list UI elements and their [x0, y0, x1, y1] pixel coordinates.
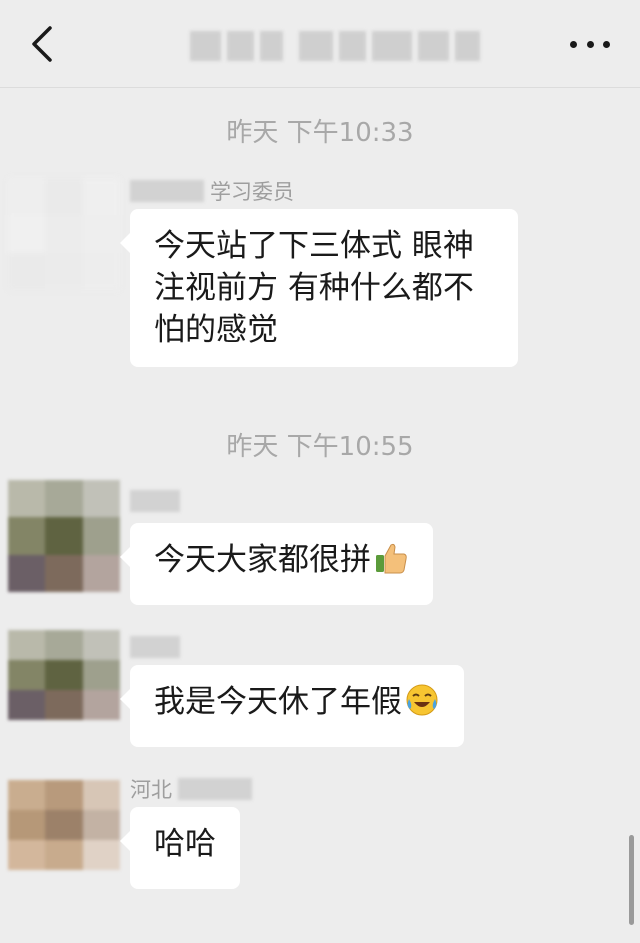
thumbs-up-icon [376, 543, 407, 574]
nickname-redacted [130, 490, 180, 512]
avatar[interactable] [8, 780, 120, 870]
message-text: 我是今天休了年假 [154, 684, 402, 720]
message-bubble[interactable]: 哈哈 [120, 807, 240, 889]
message-text: 哈哈 [154, 826, 216, 862]
laughing-crying-icon [406, 684, 438, 716]
message-text: 今天大家都很拼 [154, 542, 371, 578]
message-bubble[interactable]: 今天站了下三体式 眼神注视前方 有种什么都不怕的感觉 [120, 209, 518, 367]
sender-nickname [130, 490, 180, 512]
chevron-left-icon [32, 26, 52, 62]
sender-nickname: 河北 [130, 774, 252, 804]
sender-nickname: 学习委员 [130, 176, 294, 206]
avatar[interactable] [8, 178, 120, 290]
nickname-redacted [130, 180, 204, 202]
chat-header [0, 0, 640, 88]
avatar[interactable] [8, 630, 120, 720]
sender-nickname [130, 636, 180, 658]
scrollbar[interactable] [629, 835, 634, 925]
message-text: 今天站了下三体式 眼神注视前方 有种什么都不怕的感觉 [154, 228, 474, 348]
more-options-button[interactable] [570, 34, 610, 54]
nickname-redacted [130, 636, 180, 658]
message-bubble[interactable]: 今天大家都很拼 [120, 523, 433, 605]
timestamp: 昨天 下午10:33 [226, 118, 414, 148]
more-dots-icon [570, 40, 577, 48]
message-bubble[interactable]: 我是今天休了年假 [120, 665, 464, 747]
timestamp: 昨天 下午10:55 [226, 432, 414, 462]
nickname-redacted [178, 778, 252, 800]
back-button[interactable] [22, 22, 66, 66]
avatar[interactable] [8, 480, 120, 592]
chat-title-redacted [190, 28, 481, 64]
